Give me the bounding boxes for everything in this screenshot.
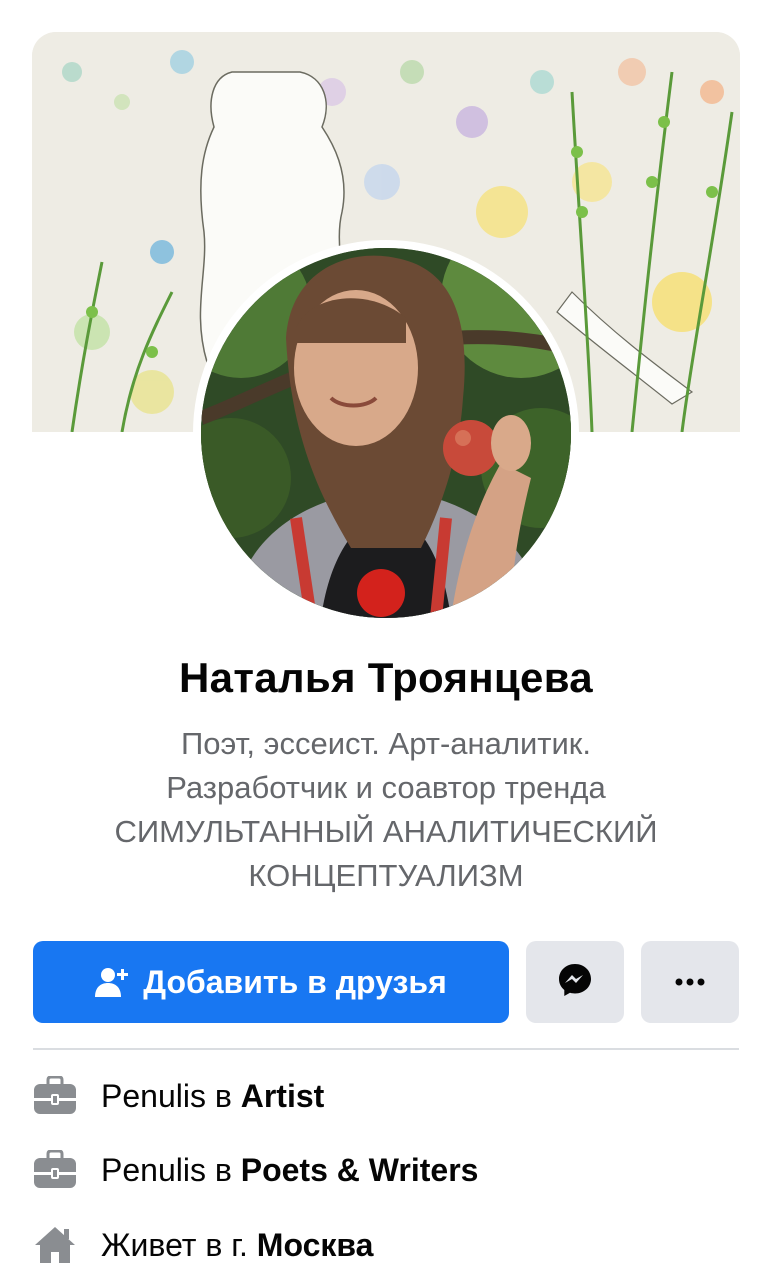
add-friend-button[interactable]: Добавить в друзья — [33, 941, 509, 1023]
bio-line: КОНЦЕПТУАЛИЗМ — [248, 858, 524, 893]
divider — [33, 1048, 739, 1050]
info-prefix: Живет в г. — [101, 1226, 257, 1263]
add-user-icon — [95, 965, 129, 999]
info-row-lives-in[interactable]: Живет в г. Москва — [33, 1220, 373, 1270]
info-prefix: Penulis в — [101, 1077, 241, 1114]
bio-line: СИМУЛЬТАННЫЙ АНАЛИТИЧЕСКИЙ — [114, 814, 658, 849]
home-icon — [33, 1225, 77, 1265]
bio-line: Разработчик и соавтор тренда — [166, 770, 606, 805]
avatar-photo — [201, 248, 571, 618]
briefcase-icon — [33, 1075, 77, 1116]
info-row-work-poets[interactable]: Penulis в Poets & Writers — [33, 1145, 478, 1195]
profile-name: Наталья Троянцева — [179, 654, 593, 701]
info-value[interactable]: Москва — [257, 1227, 374, 1264]
profile-avatar[interactable] — [201, 248, 571, 618]
briefcase-icon — [33, 1149, 77, 1190]
info-row-work-artist[interactable]: Penulis в Artist — [33, 1071, 324, 1121]
add-friend-label: Добавить в друзья — [143, 963, 447, 1000]
more-icon — [675, 973, 705, 991]
messenger-button[interactable] — [526, 941, 624, 1023]
more-options-button[interactable] — [641, 941, 739, 1023]
bio-line: Поэт, эссеист. Арт-аналитик. — [181, 726, 591, 761]
info-value[interactable]: Poets & Writers — [241, 1152, 479, 1189]
info-value[interactable]: Artist — [241, 1078, 325, 1115]
info-prefix: Penulis в — [101, 1151, 241, 1188]
messenger-icon — [557, 962, 593, 1003]
profile-bio: Поэт, эссеист. Арт-аналитик. Разработчик… — [40, 722, 732, 898]
